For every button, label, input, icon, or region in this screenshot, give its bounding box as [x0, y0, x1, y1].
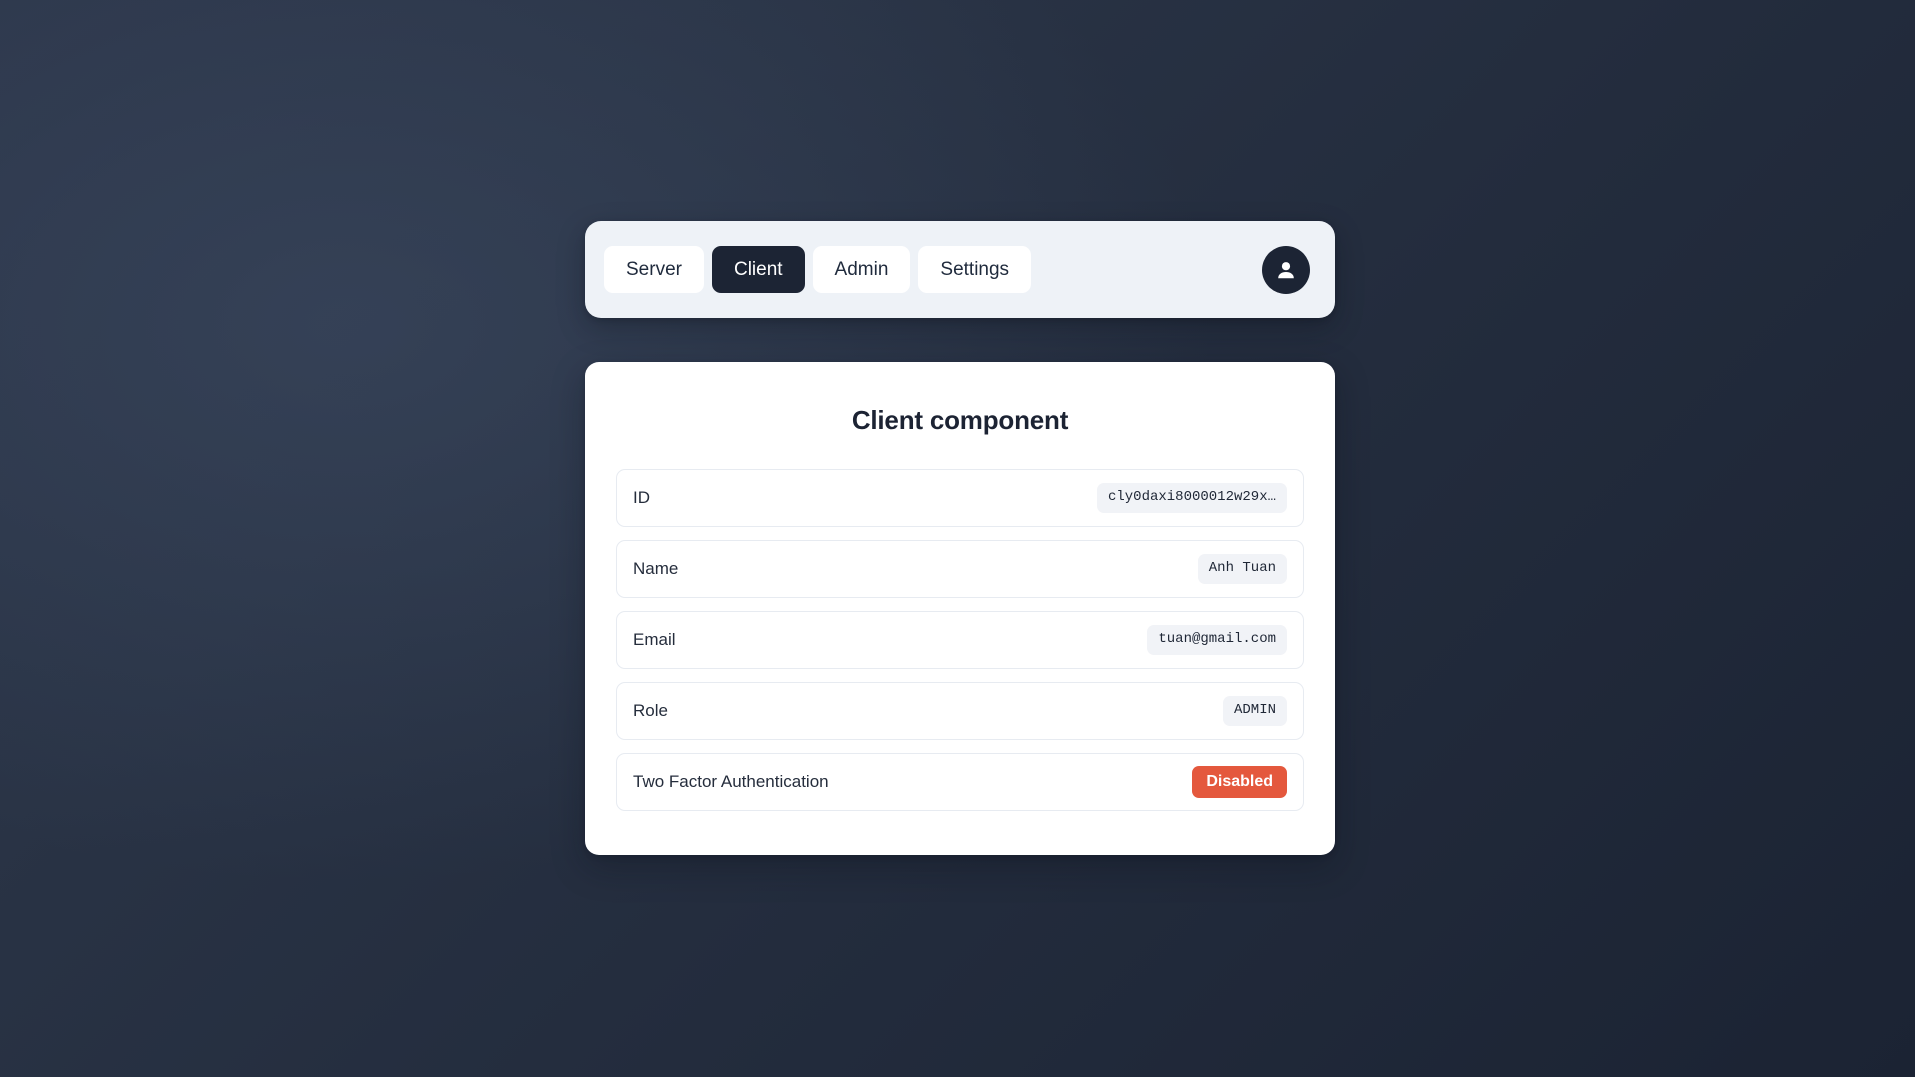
row-value-name: Anh Tuan — [1197, 554, 1287, 584]
user-icon — [1274, 258, 1298, 282]
row-label-name: Name — [633, 559, 679, 578]
status-badge-two-factor-authentication[interactable]: Disabled — [1192, 766, 1287, 798]
row-value-email: tuan@gmail.com — [1147, 625, 1287, 655]
nav-tab-admin[interactable]: Admin — [812, 246, 911, 293]
row-value-id: cly0daxi8000012w29x… — [1096, 483, 1287, 513]
table-row-role: Role ADMIN — [616, 682, 1304, 740]
top-navigation-bar: Server Client Admin Settings — [585, 221, 1335, 318]
nav-tab-list: Server Client Admin Settings — [604, 246, 1032, 293]
detail-row-list: ID cly0daxi8000012w29x… Name Anh Tuan Em… — [616, 469, 1304, 811]
table-row-name: Name Anh Tuan — [616, 540, 1304, 598]
row-label-email: Email — [633, 630, 676, 649]
nav-tab-client[interactable]: Client — [711, 246, 805, 293]
avatar[interactable] — [1262, 245, 1310, 294]
table-row-email: Email tuan@gmail.com — [616, 611, 1304, 669]
row-label-two-factor-authentication: Two Factor Authentication — [633, 772, 829, 791]
table-row-two-factor-authentication: Two Factor Authentication Disabled — [616, 753, 1304, 811]
row-label-role: Role — [633, 701, 668, 720]
row-value-role: ADMIN — [1222, 696, 1287, 726]
app-root: Server Client Admin Settings Client comp… — [0, 0, 1915, 1077]
client-component-card: Client component ID cly0daxi8000012w29x…… — [585, 362, 1335, 855]
row-label-id: ID — [633, 488, 650, 507]
page-title: Client component — [851, 405, 1069, 435]
table-row-id: ID cly0daxi8000012w29x… — [616, 469, 1304, 527]
nav-tab-settings[interactable]: Settings — [918, 246, 1032, 293]
nav-tab-server[interactable]: Server — [604, 246, 704, 293]
